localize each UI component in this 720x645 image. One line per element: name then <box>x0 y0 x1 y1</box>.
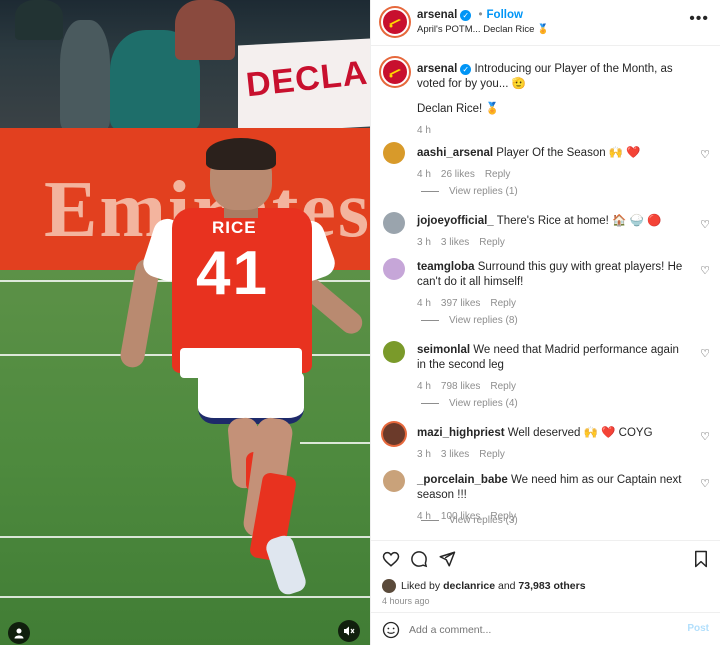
post-header: arsenal ✓ • Follow April's POTM... Declan … <box>371 0 720 46</box>
separator-dot: • <box>478 9 483 21</box>
view-replies-button[interactable]: View replies (1) <box>421 186 518 197</box>
like-comment-icon[interactable]: ♡ <box>700 347 710 360</box>
post-subtitle[interactable]: April's POTM... Declan Rice 🏅 <box>417 24 549 35</box>
comment-time: 3 h <box>417 449 431 460</box>
comment-likes[interactable]: 798 likes <box>441 381 480 392</box>
verified-badge-icon: ✓ <box>460 64 472 75</box>
post-comment-button[interactable]: Post <box>687 623 709 634</box>
comment-bubble-icon[interactable] <box>409 549 429 569</box>
caption-avatar[interactable] <box>381 58 409 86</box>
post-actions: Liked by declanrice and 73,983 others 4 … <box>371 540 720 612</box>
comment-text: Well deserved 🙌 ❤️ COYG <box>507 427 653 439</box>
comment-username[interactable]: mazi_highpriest <box>417 427 505 439</box>
comment-item: teamgloba Surround this guy with great p… <box>371 258 720 332</box>
view-replies-button[interactable]: View replies (8) <box>421 315 518 326</box>
comment-time: 3 h <box>417 237 431 248</box>
jersey-name: RICE <box>212 218 257 237</box>
comment-username[interactable]: jojoeyofficial_ <box>417 215 494 227</box>
reply-button[interactable]: Reply <box>479 449 505 460</box>
like-comment-icon[interactable]: ♡ <box>700 148 710 161</box>
comment-item: jojoeyofficial_ There's Rice at home! 🏠 … <box>371 212 720 252</box>
like-comment-icon[interactable]: ♡ <box>700 477 710 490</box>
commenter-avatar[interactable] <box>383 423 405 445</box>
post-caption: arsenal ✓ Introducing our Player of the M… <box>371 58 720 136</box>
comment-item: _porcelain_babe We need him as our Capta… <box>371 470 720 530</box>
mute-icon[interactable] <box>338 620 360 642</box>
comment-likes[interactable]: 397 likes <box>441 298 480 309</box>
user-tag-icon[interactable] <box>8 622 30 644</box>
likes-prefix: Liked by <box>401 580 441 592</box>
comment-username[interactable]: seimonlal <box>417 344 470 356</box>
post-details-panel: arsenal ✓ • Follow April's POTM... Declan … <box>370 0 720 645</box>
like-heart-icon[interactable] <box>381 549 401 569</box>
commenter-avatar[interactable] <box>383 212 405 234</box>
reply-button[interactable]: Reply <box>485 169 511 180</box>
follow-button[interactable]: Follow <box>487 9 523 21</box>
commenter-avatar[interactable] <box>383 142 405 164</box>
reply-button[interactable]: Reply <box>479 237 505 248</box>
comment-likes[interactable]: 3 likes <box>441 449 469 460</box>
caption-username[interactable]: arsenal <box>417 63 457 75</box>
reply-button[interactable]: Reply <box>490 381 516 392</box>
likes-count[interactable]: 73,983 others <box>518 580 585 592</box>
caption-time: 4 h <box>417 125 431 136</box>
comment-likes[interactable]: 3 likes <box>441 237 469 248</box>
comment-item: seimonlal We need that Madrid performanc… <box>371 341 720 415</box>
bookmark-save-icon[interactable] <box>691 549 711 569</box>
comment-item: aashi_arsenal Player Of the Season 🙌 ❤️ … <box>371 142 720 204</box>
commenter-avatar[interactable] <box>383 258 405 280</box>
account-name[interactable]: arsenal <box>417 9 457 21</box>
comment-time: 4 h <box>417 381 431 392</box>
view-replies-button[interactable]: View replies (4) <box>421 398 518 409</box>
comment-text: Player Of the Season 🙌 ❤️ <box>496 147 641 159</box>
like-comment-icon[interactable]: ♡ <box>700 218 710 231</box>
caption-line2: Declan Rice! 🏅 <box>417 103 500 115</box>
comment-username[interactable]: teamgloba <box>417 261 475 273</box>
jersey-number: 41 <box>196 239 269 308</box>
emoji-icon[interactable] <box>382 621 400 639</box>
reply-button[interactable]: Reply <box>490 298 516 309</box>
comment-username[interactable]: aashi_arsenal <box>417 147 493 159</box>
like-comment-icon[interactable]: ♡ <box>700 264 710 277</box>
liker-username[interactable]: declanrice <box>443 580 495 592</box>
likes-mid: and <box>495 580 519 592</box>
likes-summary: Liked by declanrice and 73,983 others <box>382 579 586 593</box>
view-replies-button[interactable]: View replies (3) <box>421 515 518 526</box>
commenter-avatar[interactable] <box>383 341 405 363</box>
add-comment-input[interactable] <box>409 620 679 640</box>
arsenal-avatar[interactable] <box>381 8 409 36</box>
comment-text: There's Rice at home! 🏠 🍚 🔴 <box>496 215 662 227</box>
player-figure: RICE 41 <box>118 138 367 598</box>
comment-time: 4 h <box>417 169 431 180</box>
commenter-avatar[interactable] <box>383 470 405 492</box>
comment-username[interactable]: _porcelain_babe <box>417 474 508 486</box>
liker-avatar[interactable] <box>382 579 396 593</box>
verified-badge-icon: ✓ <box>460 10 472 21</box>
share-send-icon[interactable] <box>437 549 457 569</box>
like-comment-icon[interactable]: ♡ <box>700 430 710 443</box>
post-timestamp: 4 hours ago <box>382 596 430 606</box>
more-options-icon[interactable]: ••• <box>689 10 709 28</box>
comment-likes[interactable]: 26 likes <box>441 169 475 180</box>
post-media[interactable]: DECLA Emirates RICE 41 <box>0 0 370 645</box>
comment-item: mazi_highpriest Well deserved 🙌 ❤️ COYG … <box>371 423 720 463</box>
comment-composer: Post <box>371 612 720 645</box>
comment-time: 4 h <box>417 298 431 309</box>
